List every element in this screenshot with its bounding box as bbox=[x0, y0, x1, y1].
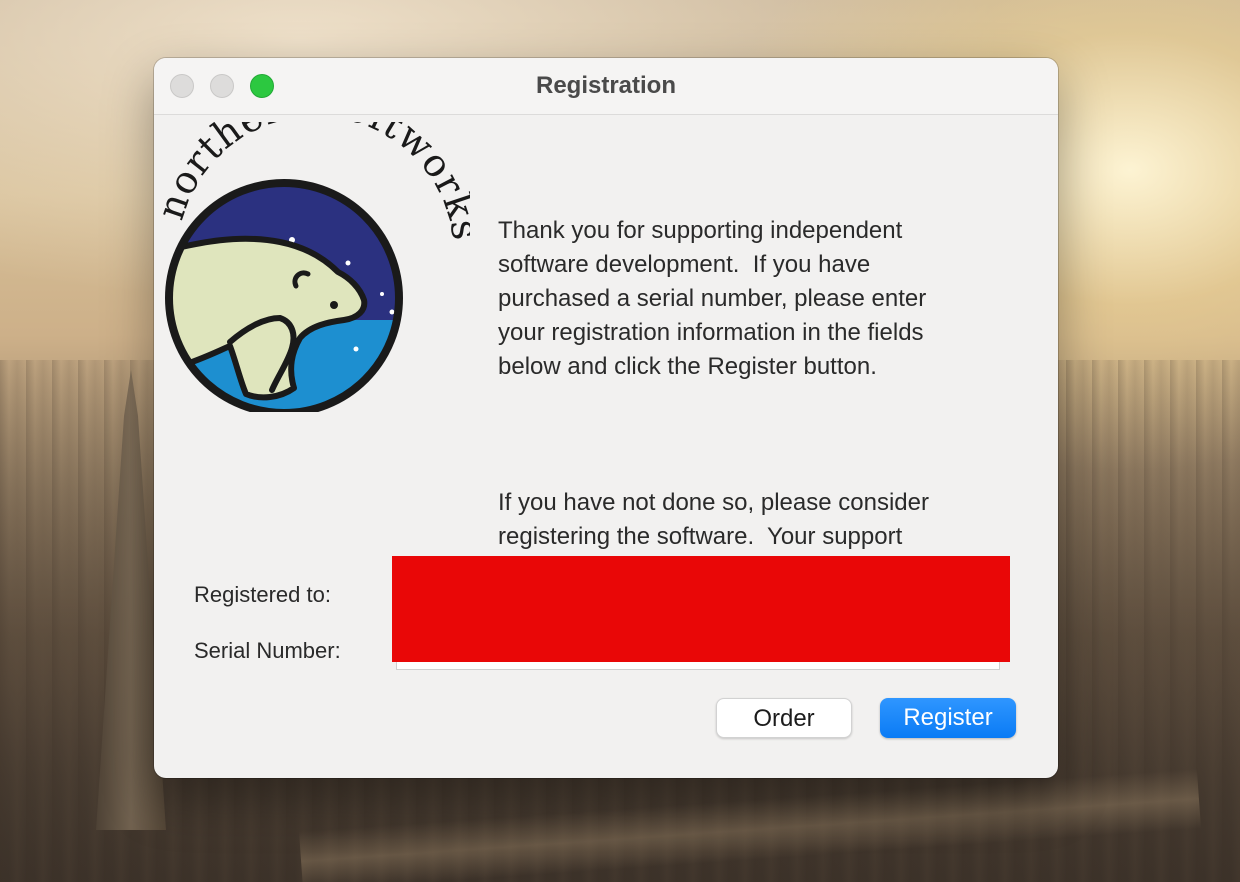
polar-bear-logo-icon: northern softworks bbox=[160, 122, 470, 412]
serial-number-label: Serial Number: bbox=[194, 638, 341, 663]
redaction-overlay bbox=[392, 556, 1010, 662]
register-button[interactable]: Register bbox=[880, 698, 1016, 738]
registered-to-label: Registered to: bbox=[194, 582, 331, 607]
title-bar: Registration bbox=[154, 58, 1058, 115]
order-button[interactable]: Order bbox=[716, 698, 852, 738]
desktop-background: Registration northern softworks bbox=[0, 0, 1240, 882]
window-title: Registration bbox=[535, 72, 676, 99]
intro-paragraph-1: Thank you for supporting independent sof… bbox=[498, 217, 927, 380]
registration-window: Registration northern softworks bbox=[154, 58, 1058, 778]
